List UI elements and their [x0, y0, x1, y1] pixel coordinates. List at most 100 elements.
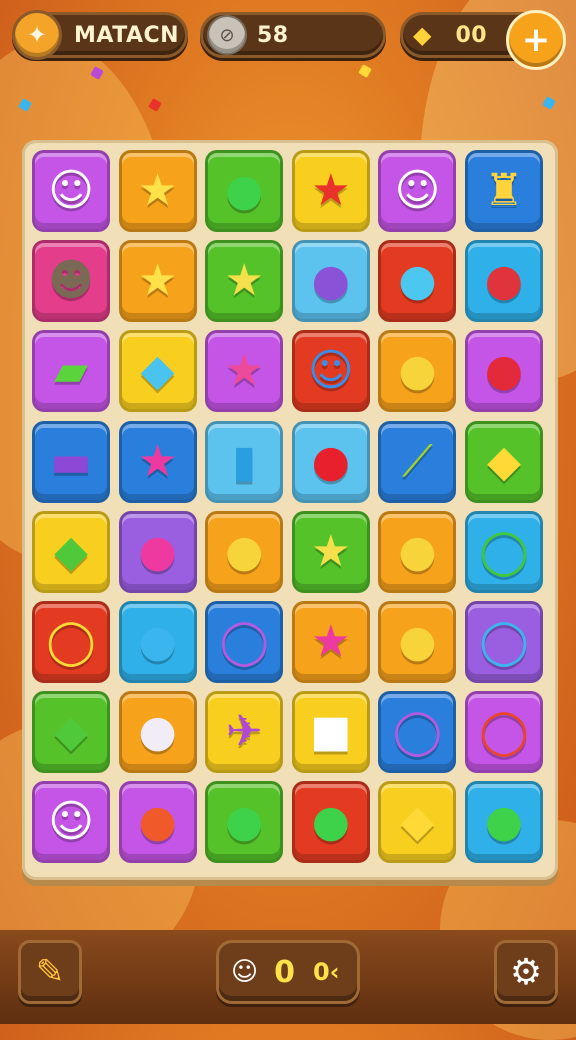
tile-r1-c5[interactable]: ☺	[378, 150, 457, 232]
tile-r3-c6[interactable]: ●	[465, 330, 543, 413]
tile-r6-c5[interactable]: ●	[378, 601, 457, 683]
blue-bird-icon: ●	[398, 255, 437, 307]
smiling-creature-icon: ☺	[48, 165, 94, 216]
tile-r3-c5[interactable]: ●	[378, 330, 457, 413]
tile-r3-c1[interactable]: ▰	[32, 330, 110, 413]
yellow-bell-icon: ●	[398, 525, 437, 577]
tile-r6-c2[interactable]: ●	[118, 601, 197, 683]
tile-r8-c6[interactable]: ●	[465, 781, 543, 864]
tile-r8-c1[interactable]: ☺	[32, 781, 110, 864]
tile-r4-c4[interactable]: ●	[291, 420, 370, 503]
creature-icon: ☺	[231, 957, 259, 987]
tile-r8-c4[interactable]: ●	[291, 781, 370, 864]
tile-r7-c4[interactable]: ■	[291, 691, 370, 774]
blue-turtle-icon: ●	[138, 616, 177, 667]
tile-r4-c1[interactable]: ▬	[32, 420, 110, 503]
pink-star-icon: ★	[137, 435, 178, 487]
purple-candy-icon: ▬	[50, 435, 92, 487]
tile-r4-c3[interactable]: ▮	[205, 420, 284, 503]
coin-counter: ⊘ 58	[200, 12, 386, 58]
tile-r5-c5[interactable]: ●	[378, 510, 457, 593]
tile-r8-c5[interactable]: ◆	[378, 781, 457, 864]
star-fruit-icon: ★	[224, 255, 264, 307]
settings-button[interactable]: ⚙	[494, 940, 558, 1004]
tile-r7-c5[interactable]: ◯	[378, 691, 457, 774]
tile-r3-c3[interactable]: ★	[205, 330, 284, 413]
blue-popsicle-icon: ▮	[232, 435, 257, 487]
tile-r5-c4[interactable]: ★	[291, 510, 370, 593]
moves-value: 0	[274, 954, 295, 990]
star-icon: ★	[137, 165, 178, 216]
green-leaf-icon: ◆	[54, 706, 88, 758]
tile-r7-c3[interactable]: ✈	[205, 691, 284, 774]
tile-r3-c2[interactable]: ◆	[118, 330, 197, 413]
tile-r8-c2[interactable]: ●	[118, 781, 197, 864]
tile-r1-c3[interactable]: ●	[205, 150, 284, 232]
tile-r3-c4[interactable]: ☺	[291, 330, 370, 413]
tile-r6-c3[interactable]: ◯	[205, 601, 284, 683]
white-cup-icon: ■	[310, 706, 352, 758]
green-ring-icon: ◯	[479, 525, 529, 577]
monster-creature-icon: ☻	[48, 255, 94, 307]
tile-r8-c3[interactable]: ●	[205, 781, 284, 864]
blue-ring-icon: ◯	[479, 616, 529, 667]
tile-r1-c4[interactable]: ★	[291, 150, 370, 232]
star-icon: ★	[137, 255, 178, 307]
yellow-crown-icon: ♜	[484, 165, 524, 216]
blue-creature-icon: ☺	[307, 345, 354, 397]
coin-count: 58	[257, 22, 289, 48]
tile-r6-c4[interactable]: ★	[291, 601, 370, 683]
pink-bell-icon: ●	[138, 525, 177, 577]
tile-r1-c6[interactable]: ♜	[465, 150, 543, 232]
tile-r5-c6[interactable]: ◯	[465, 510, 543, 593]
tile-r1-c1[interactable]: ☺	[32, 150, 110, 232]
game-board: ☺ ★ ● ★ ☺ ♜ ☻ ★ ★ ● ● ● ▰ ◆ ★ ☺ ● ● ▬ ★ ▮ ● ⟋ ◆ ◆ ● ● ★ ● ◯ ◯ ● ◯ ★ ● ◯ ◆ ● ✈ ■…	[22, 140, 558, 880]
tile-r6-c6[interactable]: ◯	[465, 601, 543, 683]
yellow-turtle-icon: ●	[398, 616, 437, 667]
tile-r7-c1[interactable]: ◆	[32, 691, 110, 774]
purple-ring-icon: ◯	[392, 706, 443, 758]
red-ring-icon: ◯	[479, 706, 529, 758]
confetti	[148, 98, 162, 112]
green-potion-icon: ▰	[54, 345, 88, 397]
yellow-bell-icon: ●	[224, 525, 264, 577]
green-apple-icon: ●	[311, 796, 350, 848]
yellow-ring-icon: ◯	[46, 616, 96, 667]
edit-button[interactable]: ✎	[18, 940, 82, 1004]
orange-fruit-icon: ●	[138, 796, 177, 848]
tile-r7-c6[interactable]: ◯	[465, 691, 543, 774]
tile-r2-c3[interactable]: ★	[205, 240, 284, 323]
purple-ring-icon: ◯	[219, 616, 269, 667]
red-apple-icon: ●	[484, 345, 524, 397]
pencil-icon: ✎	[35, 952, 65, 992]
player-name: MATACN	[74, 22, 180, 48]
tile-r4-c6[interactable]: ◆	[465, 420, 543, 503]
add-gems-button[interactable]: +	[506, 10, 566, 70]
red-star-icon: ★	[311, 165, 351, 216]
red-ball-icon: ●	[311, 435, 350, 487]
tile-r5-c2[interactable]: ●	[118, 510, 197, 593]
tile-r4-c2[interactable]: ★	[118, 420, 197, 503]
tile-r1-c2[interactable]: ★	[118, 150, 197, 232]
tile-r6-c1[interactable]: ◯	[32, 601, 110, 683]
green-leaf-icon: ◆	[54, 525, 88, 577]
tile-r2-c4[interactable]: ●	[291, 240, 370, 323]
moves-extra: 0‹	[312, 958, 340, 986]
player-panel[interactable]: ✦ MATACN	[12, 10, 188, 60]
green-banana-icon: ⟋	[401, 435, 433, 487]
plus-icon: +	[521, 20, 551, 60]
tile-r2-c6[interactable]: ●	[465, 240, 543, 323]
tile-r2-c5[interactable]: ●	[378, 240, 457, 323]
moves-counter: ☺ 0 0‹	[216, 940, 360, 1004]
tile-r2-c1[interactable]: ☻	[32, 240, 110, 323]
tile-r7-c2[interactable]: ●	[118, 691, 197, 774]
tile-r5-c3[interactable]: ●	[205, 510, 284, 593]
purple-jar-icon: ●	[311, 255, 350, 307]
purple-plane-icon: ✈	[225, 706, 263, 758]
tile-r4-c5[interactable]: ⟋	[378, 420, 457, 503]
yellow-gem-icon: ◆	[400, 796, 435, 848]
green-fruit-icon: ●	[224, 165, 264, 216]
tile-r5-c1[interactable]: ◆	[32, 510, 110, 593]
tile-r2-c2[interactable]: ★	[118, 240, 197, 323]
yellow-bell-icon: ●	[398, 345, 437, 397]
